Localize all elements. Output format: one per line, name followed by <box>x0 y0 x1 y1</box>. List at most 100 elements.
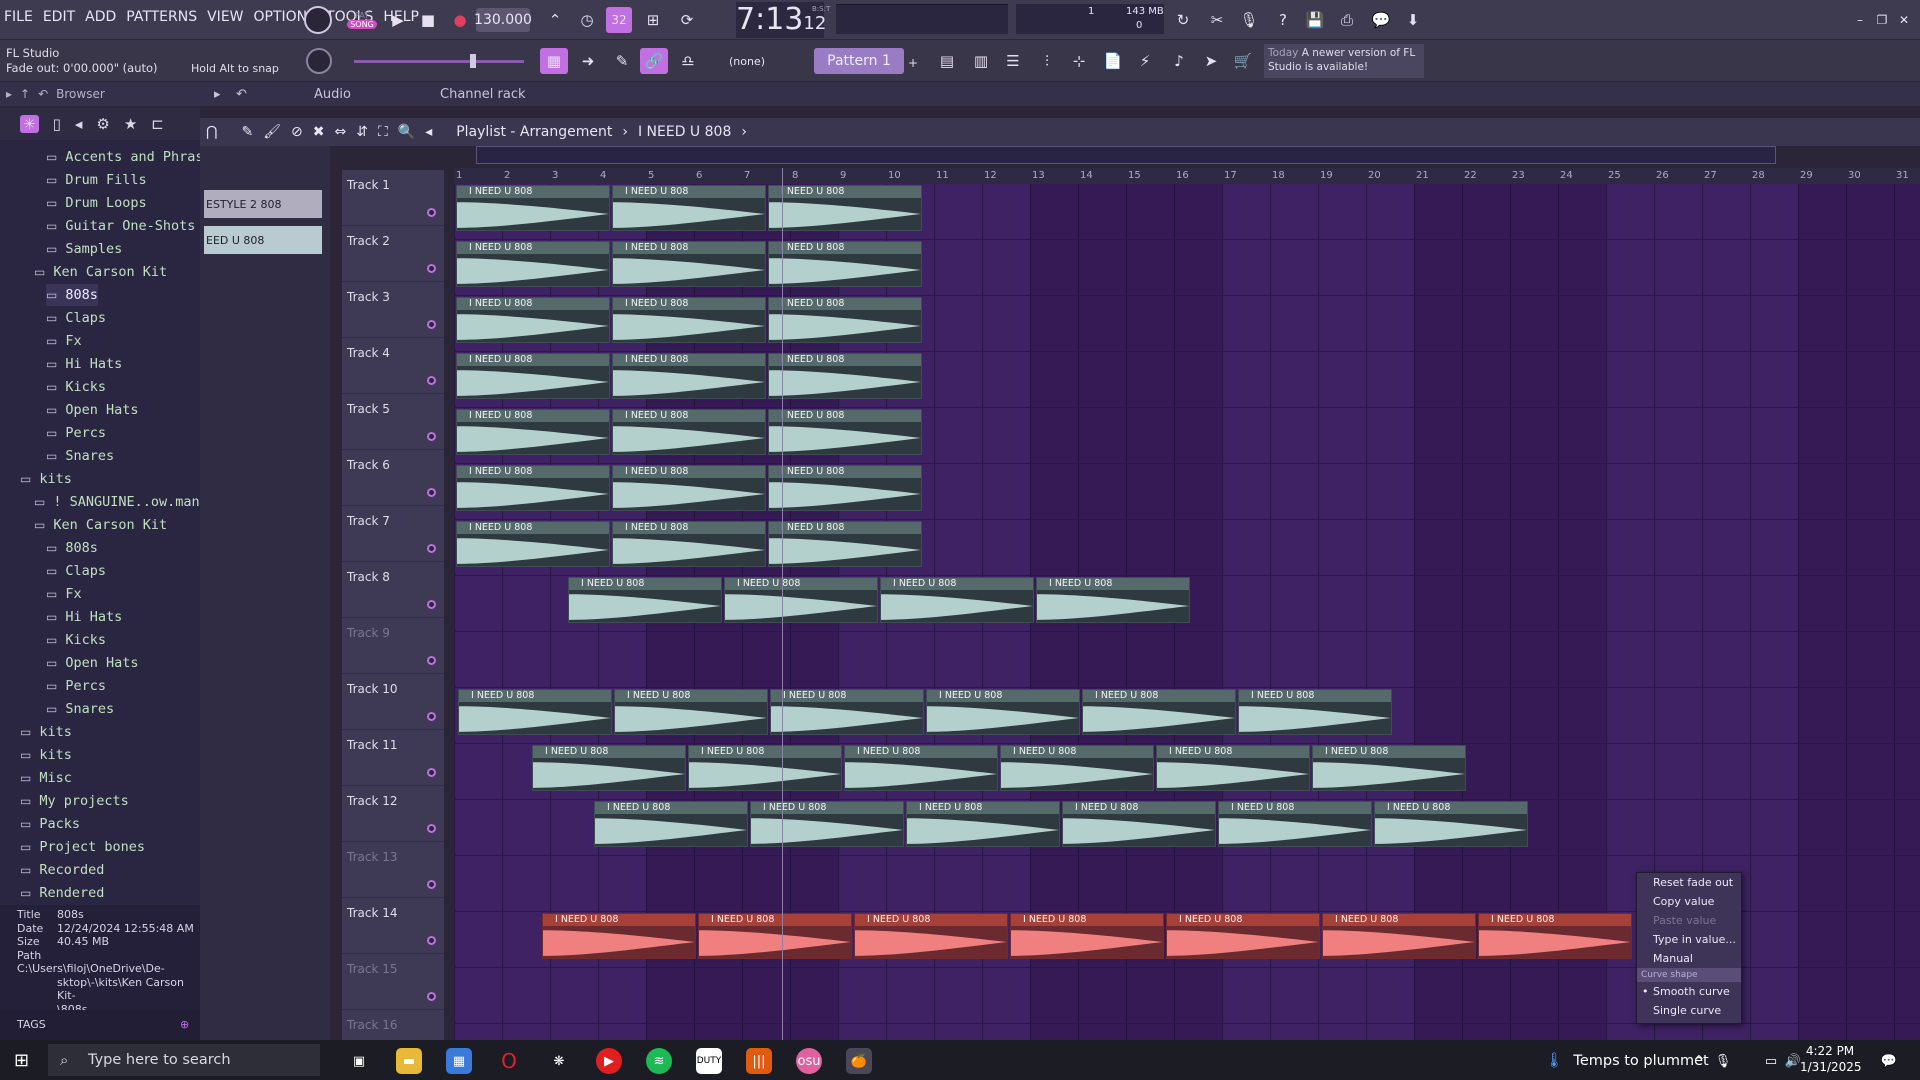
menu-file[interactable]: FILE <box>4 9 33 25</box>
playhead[interactable] <box>782 168 783 1048</box>
browser-item[interactable]: ▭ Percs <box>46 675 106 697</box>
taskbar-search[interactable]: ⌕ Type here to search <box>48 1044 320 1076</box>
store-icon[interactable]: ▦ <box>446 1048 472 1074</box>
pitch-knob[interactable] <box>306 48 332 74</box>
mic-tray-icon[interactable]: 🎙 <box>1710 1048 1736 1074</box>
browser-item[interactable]: ▭ Misc <box>20 767 72 789</box>
track-header[interactable]: Track 6 <box>342 450 444 506</box>
audio-clip[interactable]: I NEED U 808 <box>1062 801 1216 847</box>
none-selector[interactable]: (none) <box>710 50 784 72</box>
browser-item[interactable]: ▭ Claps <box>46 307 106 329</box>
audio-filter[interactable]: Audio <box>314 87 351 102</box>
track-header[interactable]: Track 9 <box>342 618 444 674</box>
audio-clip[interactable]: I NEED U 808 <box>456 465 610 511</box>
slice-icon[interactable]: ⇵ <box>356 124 368 140</box>
menu-item-reset-fade-out[interactable]: Reset fade out <box>1637 873 1741 892</box>
audio-clip[interactable]: I NEED U 808 <box>1322 913 1476 959</box>
chat-icon[interactable]: 💬 <box>1368 7 1394 33</box>
menu-item-type-in-value[interactable]: Type in value... <box>1637 930 1741 949</box>
audio-clip[interactable]: I NEED U 808 <box>614 689 768 735</box>
timeline-ruler[interactable]: 1 2 3 4 5 6 7 8 9 10 11 12 13 14 15 16 17 18 19 20 21 22 23 24 2… <box>454 168 1920 184</box>
browser-item[interactable]: ▭ Recorded <box>20 859 104 881</box>
mic-icon[interactable]: 🎙 <box>1236 7 1262 33</box>
browser-star-icon[interactable]: ★ <box>124 115 137 133</box>
audio-clip[interactable]: I NEED U 808 <box>770 689 924 735</box>
browser-item[interactable]: ▭ Drum Fills <box>46 169 147 191</box>
track-header[interactable]: Track 7 <box>342 506 444 562</box>
audio-clip[interactable]: I NEED U 808 <box>906 801 1060 847</box>
track-mute-button[interactable] <box>427 208 436 217</box>
audio-clip[interactable]: I NEED U 808 <box>456 297 610 343</box>
browser-item[interactable]: ▭ Open Hats <box>46 399 139 421</box>
stamp-icon[interactable]: ♎ <box>674 48 702 74</box>
menu-item-smooth-curve[interactable]: • Smooth curve <box>1637 982 1741 1001</box>
save-icon[interactable]: 💾 <box>1302 7 1328 33</box>
file-explorer-icon[interactable]: ▬ <box>396 1048 422 1074</box>
audio-clip[interactable]: I NEED U 808 <box>612 353 766 399</box>
audio-clip[interactable]: I NEED U 808 <box>1218 801 1372 847</box>
pattern-selector[interactable]: Pattern 1 <box>814 48 904 74</box>
render-icon[interactable]: ⎙ <box>1334 7 1360 33</box>
browser-item[interactable]: ▭ Ken Carson Kit <box>34 514 167 536</box>
browser-item[interactable]: ▭ Guitar One-Shots <box>46 215 195 237</box>
menu-add[interactable]: ADD <box>85 9 116 25</box>
browser-item[interactable]: ▭ Snares <box>46 698 114 720</box>
audio-clip[interactable]: I NEED U 808 <box>612 297 766 343</box>
browser-item[interactable]: ▭ kits <box>20 468 72 490</box>
audio-clip[interactable]: I NEED U 808 <box>1166 913 1320 959</box>
audio-clip[interactable]: I NEED U 808 <box>768 409 922 455</box>
track-mute-button[interactable] <box>427 600 436 609</box>
browser-item[interactable]: ▭ Rendered <box>20 882 104 904</box>
audio-clip[interactable]: I NEED U 808 <box>844 745 998 791</box>
browser-item[interactable]: ▭ 808s <box>46 284 98 306</box>
track-header[interactable]: Track 4 <box>342 338 444 394</box>
audio-clip[interactable]: I NEED U 808 <box>768 353 922 399</box>
browser-up-icon[interactable]: ↑ <box>20 87 30 101</box>
step-edit-icon[interactable]: 32 <box>606 7 632 33</box>
browser-all-icon[interactable]: ✳ <box>20 115 39 133</box>
track-mute-button[interactable] <box>427 656 436 665</box>
paint-icon[interactable]: 🖌 <box>263 124 281 140</box>
audio-clip[interactable]: I NEED U 808 <box>456 409 610 455</box>
tag-search-icon[interactable]: ⊕ <box>180 1018 189 1031</box>
select-icon[interactable]: ⛶ <box>378 124 388 140</box>
browser-back-icon[interactable]: ↶ <box>38 87 48 101</box>
weather-widget[interactable]: 🌡 Temps to plummet <box>1545 1052 1709 1069</box>
track-mute-button[interactable] <box>427 432 436 441</box>
cut-icon[interactable]: ✂ <box>1204 7 1230 33</box>
audio-clip[interactable]: I NEED U 808 <box>1374 801 1528 847</box>
playlist-overview-scrollbar[interactable] <box>476 146 1776 164</box>
browser-item[interactable]: ▭ ! SANGUINE..ow.manifest) <box>34 491 200 513</box>
audio-clip[interactable]: I NEED U 808 <box>456 241 610 287</box>
project-icon[interactable]: 📄 <box>1100 48 1126 74</box>
tempo-display[interactable]: 130.000 <box>474 8 532 32</box>
brush-icon[interactable]: ✎ <box>608 48 636 74</box>
windows-start-icon[interactable]: ⊞ <box>14 1050 29 1071</box>
track-header[interactable]: Track 3 <box>342 282 444 338</box>
link-icon[interactable]: 🔗 <box>640 48 668 74</box>
browser-plugin-icon[interactable]: ⚙ <box>96 115 109 133</box>
channel-rack-icon[interactable]: ☰ <box>1000 48 1026 74</box>
track-mute-button[interactable] <box>427 712 436 721</box>
browser-item[interactable]: ▭ Accents and Phrases <box>46 146 200 168</box>
channel-rack-label[interactable]: Channel rack <box>440 87 526 102</box>
audio-clip[interactable]: I NEED U 808 <box>880 577 1034 623</box>
osu-icon[interactable]: osu <box>796 1048 822 1074</box>
mute-icon[interactable]: ✖ <box>313 124 325 140</box>
wait-input-icon[interactable]: ⟳ <box>674 7 700 33</box>
browser-project-icon[interactable]: ▯ <box>53 115 61 133</box>
audio-clip[interactable]: I NEED U 808 <box>926 689 1080 735</box>
browser-item[interactable]: ▭ Fx <box>46 583 82 605</box>
audio-clip[interactable]: I NEED U 808 <box>612 241 766 287</box>
expand-icon[interactable]: ▸ <box>214 87 221 102</box>
audio-clip[interactable]: I NEED U 808 <box>698 913 852 959</box>
slip-icon[interactable]: ⇔ <box>334 124 346 140</box>
browser-item[interactable]: ▭ Fx <box>46 330 82 352</box>
audio-clip[interactable]: I NEED U 808 <box>1082 689 1236 735</box>
audio-clip[interactable]: I NEED U 808 <box>768 185 922 231</box>
browser-item[interactable]: ▭ kits <box>20 744 72 766</box>
browser-item[interactable]: ▭ Samples <box>46 238 122 260</box>
track-header[interactable]: Track 5 <box>342 394 444 450</box>
fl-studio-taskbar-icon[interactable]: 🍊 <box>846 1048 872 1074</box>
undo-history-icon[interactable]: ↻ <box>1170 7 1196 33</box>
